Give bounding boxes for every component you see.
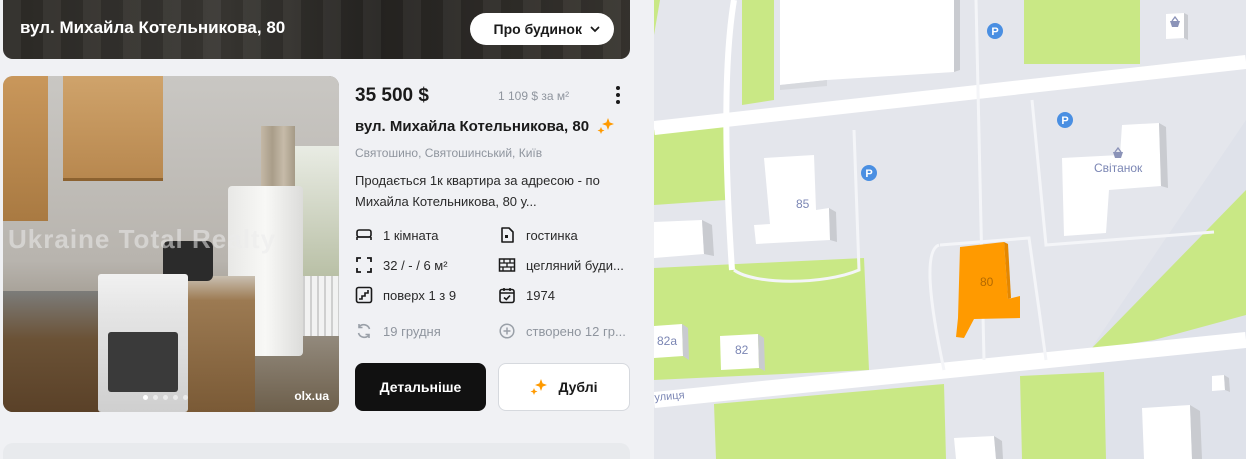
- park-area: [1020, 372, 1106, 459]
- park-area: [1024, 0, 1140, 64]
- photo-counter: [183, 276, 255, 412]
- photo-watermark: Ukraine Total Realty: [8, 224, 277, 254]
- listing-info: 35 500 $ 1 109 $ за м² вул. Михайла Коте…: [355, 73, 630, 413]
- building: [780, 0, 960, 90]
- feature-created: створено 12 гр...: [498, 322, 626, 340]
- refresh-icon: [355, 322, 373, 340]
- photo-dot-1[interactable]: [143, 395, 148, 400]
- feature-area: 32 / - / 6 м²: [355, 256, 448, 274]
- map-label-85: 85: [796, 197, 810, 211]
- photo-dot-3[interactable]: [163, 395, 168, 400]
- feature-year: 1974: [498, 286, 555, 304]
- listing-photo[interactable]: Ukraine Total Realty olx.ua: [3, 76, 339, 412]
- plus-circle-icon: [498, 322, 516, 340]
- listing-price: 35 500 $: [355, 85, 429, 106]
- app-root: вул. Михайла Котельникова, 80 Про будино…: [0, 0, 1246, 459]
- building: [654, 220, 714, 258]
- building-title: вул. Михайла Котельникова, 80: [20, 18, 286, 37]
- map-label-82: 82: [735, 343, 749, 357]
- map-label-svitanok: Світанок: [1094, 161, 1143, 175]
- feature-updated-label: 19 грудня: [383, 323, 441, 339]
- photo-dot-4[interactable]: [173, 395, 178, 400]
- calendar-check-icon: [498, 286, 516, 304]
- photo-cabinet-left: [3, 76, 48, 221]
- svg-text:P: P: [991, 26, 998, 38]
- map-canvas: P P P: [654, 0, 1246, 459]
- sparkle-icon: [597, 118, 615, 134]
- chevron-down-icon: [590, 26, 600, 33]
- next-listing-card[interactable]: [3, 443, 630, 459]
- about-building-button[interactable]: Про будинок: [469, 13, 614, 45]
- feature-type-label: гостинка: [526, 227, 578, 243]
- photo-radiator: [298, 276, 339, 336]
- photo-dot-5[interactable]: [183, 395, 188, 400]
- listing-address[interactable]: вул. Михайла Котельникова, 80: [355, 118, 589, 135]
- feature-floor: поверх 1 з 9: [355, 286, 456, 304]
- listing-card[interactable]: Ukraine Total Realty olx.ua 35 500 $ 1 1…: [3, 73, 630, 413]
- building: [954, 436, 1003, 459]
- feature-year-label: 1974: [526, 287, 555, 303]
- feature-created-label: створено 12 гр...: [526, 323, 626, 339]
- details-button[interactable]: Детальніше: [355, 363, 486, 411]
- building: [1212, 375, 1230, 392]
- building-header: вул. Михайла Котельникова, 80 Про будино…: [3, 0, 630, 59]
- sparkle-icon: [530, 379, 548, 395]
- feature-material: цегляний буди...: [498, 256, 624, 274]
- map[interactable]: P P P 85 80 82 82а Світанок улиця: [654, 0, 1246, 459]
- photo-sink: [3, 291, 103, 412]
- listing-description: Продається 1к квартира за адресою - по М…: [355, 173, 600, 209]
- listing-district: Святошино, Святошинський, Київ: [355, 146, 543, 160]
- photo-source: olx.ua: [294, 389, 329, 403]
- road: [723, 0, 737, 271]
- parking-icon[interactable]: P: [987, 23, 1003, 39]
- building: [1142, 405, 1202, 459]
- duplicates-button[interactable]: Дублі: [498, 363, 630, 411]
- bed-icon: [355, 226, 373, 244]
- photo-pagination: [143, 395, 188, 400]
- feature-type: гостинка: [498, 226, 578, 244]
- feature-material-label: цегляний буди...: [526, 257, 624, 273]
- park-area: [654, 0, 660, 35]
- stairs-icon: [355, 286, 373, 304]
- map-label-80: 80: [980, 275, 994, 289]
- more-options-icon[interactable]: [613, 86, 623, 104]
- feature-area-label: 32 / - / 6 м²: [383, 257, 448, 273]
- about-building-label: Про будинок: [493, 21, 582, 37]
- road: [928, 243, 946, 371]
- brick-icon: [498, 256, 516, 274]
- feature-floor-label: поверх 1 з 9: [383, 287, 457, 303]
- highlighted-building-80[interactable]: [956, 242, 1020, 338]
- photo-cabinet-upper: [63, 76, 163, 181]
- park-area: [654, 125, 726, 205]
- svg-text:P: P: [865, 168, 872, 180]
- feature-rooms-label: 1 кімната: [383, 227, 439, 243]
- price-per-m2: 1 109 $ за м²: [498, 89, 570, 103]
- building: [1062, 123, 1168, 236]
- parking-icon[interactable]: P: [861, 165, 877, 181]
- svg-text:P: P: [1061, 115, 1068, 127]
- duplicates-label: Дублі: [558, 379, 598, 395]
- listing-address-row: вул. Михайла Котельникова, 80: [355, 117, 615, 135]
- park-area: [742, 0, 774, 105]
- parking-icon[interactable]: P: [1057, 112, 1073, 128]
- photo-dot-2[interactable]: [153, 395, 158, 400]
- document-icon: [498, 226, 516, 244]
- feature-rooms: 1 кімната: [355, 226, 439, 244]
- listing-panel: вул. Михайла Котельникова, 80 Про будино…: [0, 0, 654, 459]
- map-label-82a: 82а: [657, 334, 678, 348]
- area-icon: [355, 256, 373, 274]
- feature-updated: 19 грудня: [355, 322, 441, 340]
- photo-stove: [98, 274, 188, 412]
